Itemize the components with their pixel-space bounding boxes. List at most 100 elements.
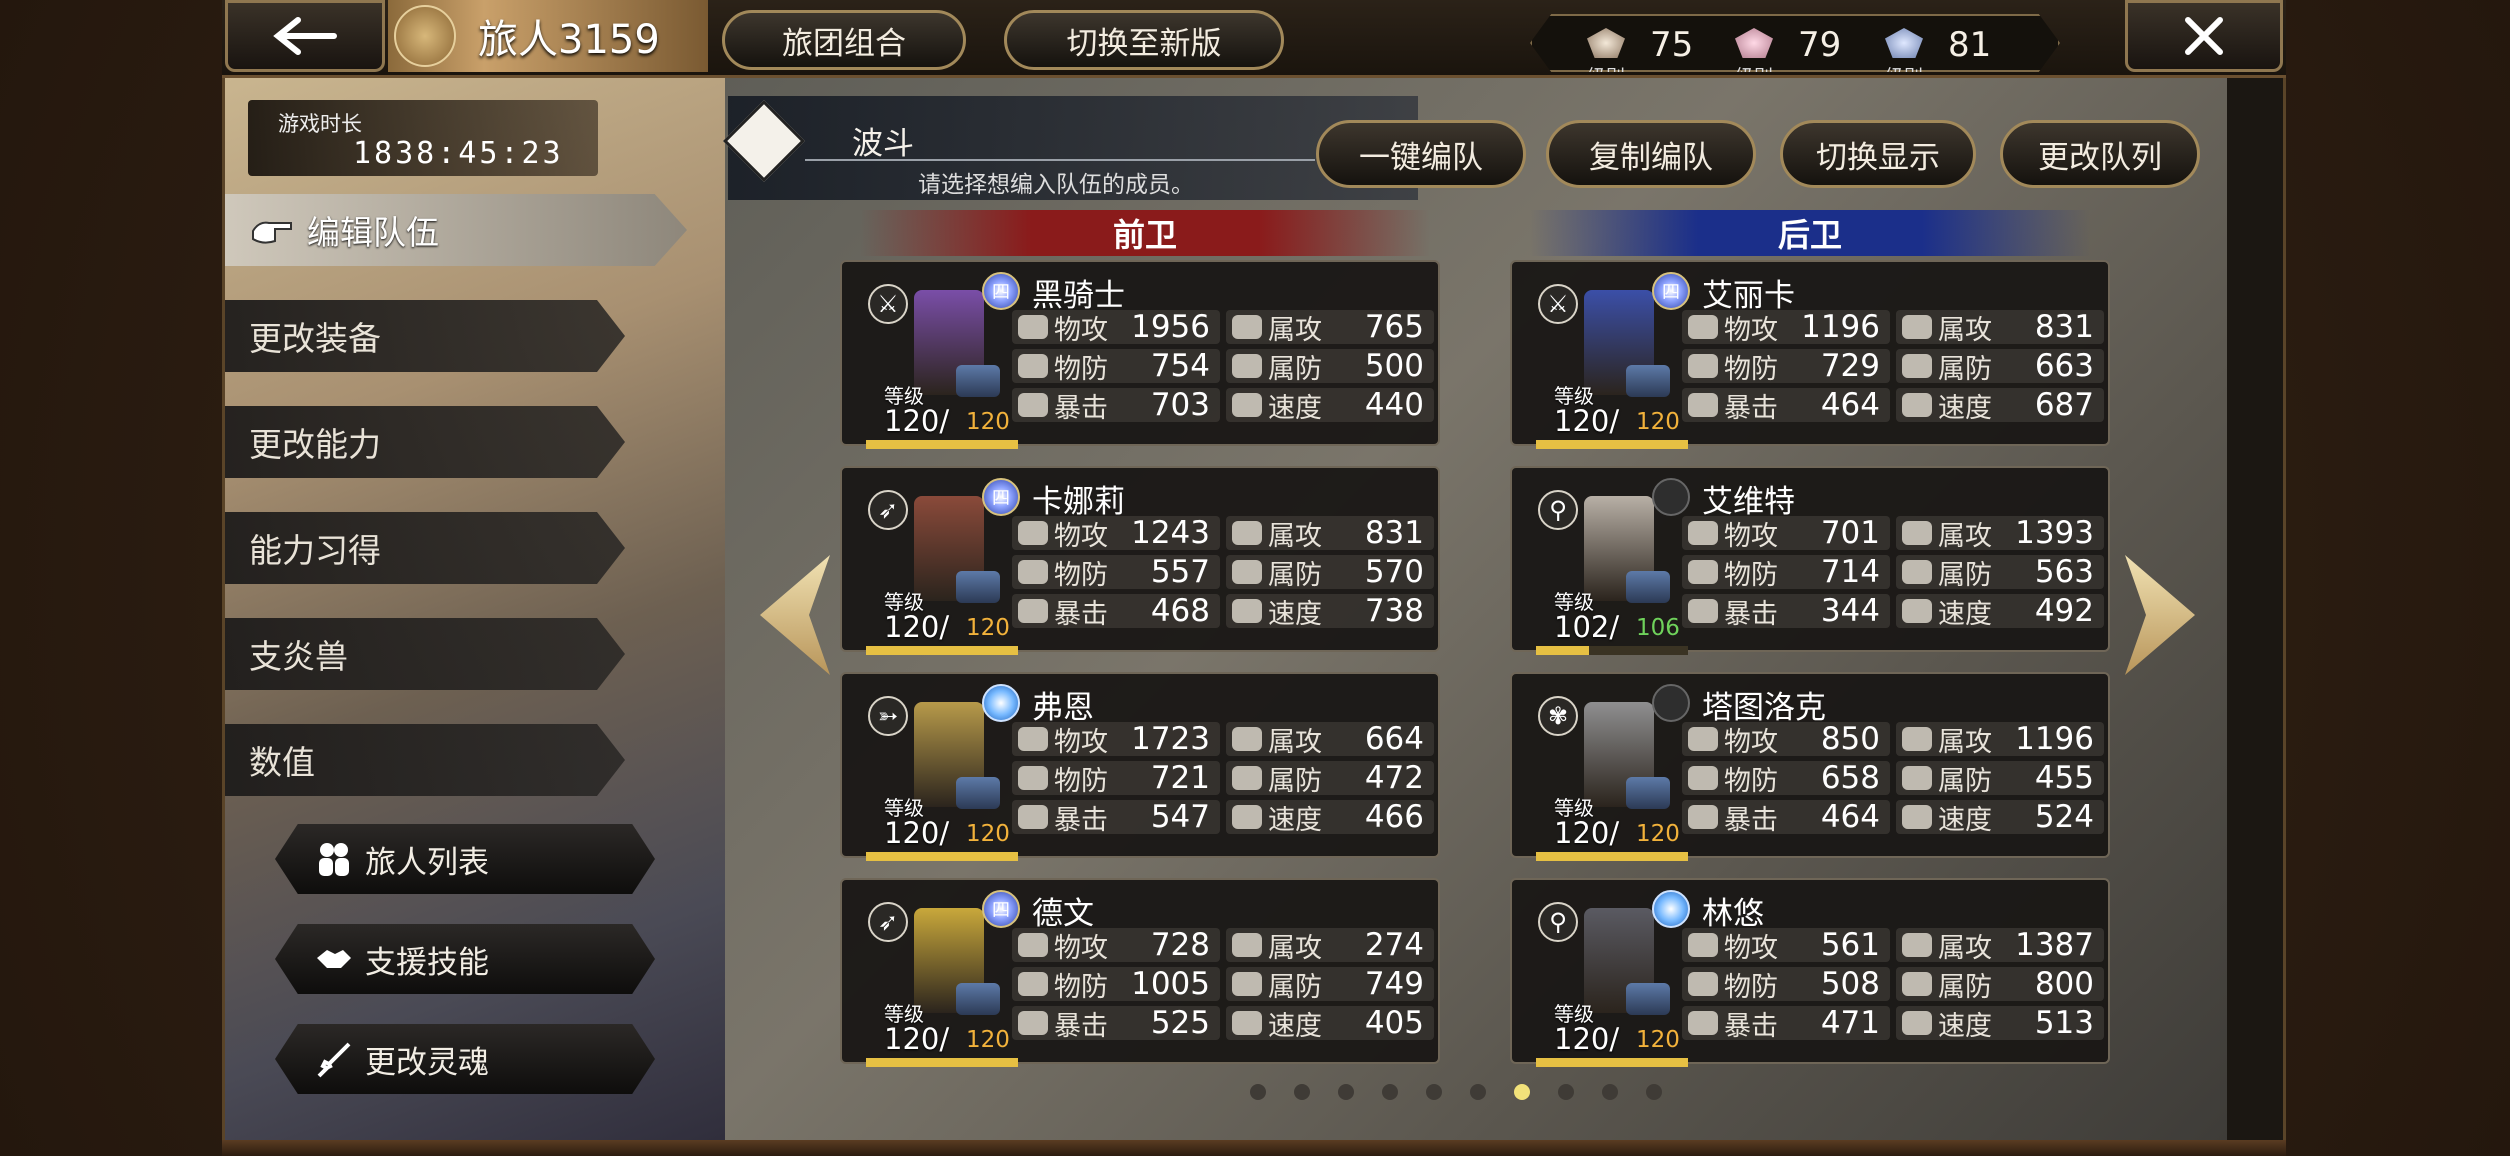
stat-label: 物攻 xyxy=(1054,314,1108,346)
stat-label: 暴击 xyxy=(1724,804,1778,836)
stat-value: 472 xyxy=(1364,760,1424,796)
stat-spd-icon xyxy=(1902,393,1932,417)
page-dot[interactable] xyxy=(1250,1084,1266,1100)
menu-change-equipment[interactable]: 更改装备 xyxy=(225,300,625,372)
character-card[interactable]: ⚔ 等级 120/ 120 四 黑骑士 物攻 1956 属攻 765 物防 75… xyxy=(840,260,1440,449)
character-card[interactable]: ➳ 等级 120/ 120 弗恩 物攻 1723 属攻 664 物防 721 属… xyxy=(840,672,1440,861)
level-value: 102/ xyxy=(1554,610,1620,644)
page-dot[interactable] xyxy=(1470,1084,1486,1100)
page-dot[interactable] xyxy=(1338,1084,1354,1100)
stat-value: 524 xyxy=(2034,799,2094,835)
stat-spd: 速度 513 xyxy=(1896,1005,2104,1042)
stat-value: 664 xyxy=(1364,721,1424,757)
stat-patk-icon xyxy=(1688,315,1718,339)
page-dot[interactable] xyxy=(1294,1084,1310,1100)
companion-sprite xyxy=(956,777,1000,809)
stat-crit-icon xyxy=(1018,599,1048,623)
level-cap: 120 xyxy=(1636,821,1680,847)
support-skills-button[interactable]: 支援技能 xyxy=(275,924,655,994)
stat-crit: 暴击 344 xyxy=(1682,593,1890,630)
xp-bar xyxy=(1536,1058,1688,1067)
level-value: 81 xyxy=(1948,25,1992,65)
spear-icon: ➶ xyxy=(868,902,908,942)
change-soul-button[interactable]: 更改灵魂 xyxy=(275,1024,655,1094)
team-combo-button[interactable]: 旅团组合 xyxy=(722,10,966,70)
stat-patk-icon xyxy=(1018,727,1048,751)
stat-label: 属防 xyxy=(1268,971,1322,1003)
character-card[interactable]: ⚲ 等级 120/ 120 林悠 物攻 561 属攻 1387 物防 508 属… xyxy=(1510,878,2110,1067)
stat-label: 物防 xyxy=(1724,971,1778,1003)
page-dot[interactable] xyxy=(1646,1084,1662,1100)
page-dot[interactable] xyxy=(1514,1084,1530,1100)
menu-edit-party[interactable]: 编辑队伍 xyxy=(225,194,687,266)
companion-sprite xyxy=(1626,777,1670,809)
character-card[interactable]: ✾ 等级 120/ 120 塔图洛克 物攻 850 属攻 1196 物防 658… xyxy=(1510,672,2110,861)
stat-crit: 暴击 471 xyxy=(1682,1005,1890,1042)
page-dot[interactable] xyxy=(1382,1084,1398,1100)
stat-spd-icon xyxy=(1232,1011,1262,1035)
rear-row-header: 后卫 xyxy=(1530,210,2090,256)
stat-pdef: 物防 1005 xyxy=(1012,966,1220,1003)
menu-learn-abilities[interactable]: 能力习得 xyxy=(225,512,625,584)
stat-value: 547 xyxy=(1150,799,1210,835)
stat-value: 663 xyxy=(2034,348,2094,384)
stat-label: 属攻 xyxy=(1938,520,1992,552)
xp-bar xyxy=(866,646,1018,655)
stat-value: 738 xyxy=(1364,593,1424,629)
stat-label: 物防 xyxy=(1724,765,1778,797)
stat-label: 物防 xyxy=(1054,765,1108,797)
character-card[interactable]: ➶ 等级 120/ 120 四 德文 物攻 728 属攻 274 物防 1005… xyxy=(840,878,1440,1067)
player-name: 旅人3159 xyxy=(478,17,660,63)
stat-label: 属防 xyxy=(1268,559,1322,591)
xp-bar xyxy=(1536,646,1688,655)
stat-mdef: 属防 663 xyxy=(1896,348,2104,385)
toggle-display-button[interactable]: 切换显示 xyxy=(1780,120,1976,188)
menu-companion[interactable]: 支炎兽 xyxy=(225,618,625,690)
page-dot[interactable] xyxy=(1602,1084,1618,1100)
stat-label: 暴击 xyxy=(1054,598,1108,630)
companion-sprite xyxy=(1626,571,1670,603)
stat-spd: 速度 738 xyxy=(1226,593,1434,630)
menu-stats[interactable]: 数值 xyxy=(225,724,625,796)
character-card[interactable]: ⚲ 等级 102/ 106 艾维特 物攻 701 属攻 1393 物防 714 … xyxy=(1510,466,2110,655)
stat-label: 物防 xyxy=(1054,353,1108,385)
stat-label: 物防 xyxy=(1724,353,1778,385)
stat-spd: 速度 687 xyxy=(1896,387,2104,424)
page-dot[interactable] xyxy=(1426,1084,1442,1100)
stat-label: 暴击 xyxy=(1724,598,1778,630)
back-button[interactable] xyxy=(225,0,385,72)
close-button[interactable] xyxy=(2125,0,2283,72)
switch-version-button[interactable]: 切换至新版 xyxy=(1004,10,1284,70)
character-card[interactable]: ⚔ 等级 120/ 120 四 艾丽卡 物攻 1196 属攻 831 物防 72… xyxy=(1510,260,2110,449)
stat-label: 属防 xyxy=(1938,765,1992,797)
stat-spd: 速度 524 xyxy=(1896,799,2104,836)
level-value: 120/ xyxy=(884,610,950,644)
fan-icon: ✾ xyxy=(1538,696,1578,736)
stat-matk-icon xyxy=(1232,315,1262,339)
change-order-button[interactable]: 更改队列 xyxy=(2000,120,2200,188)
party-hint: 请选择想编入队伍的成员。 xyxy=(918,172,1194,198)
stat-value: 729 xyxy=(1820,348,1880,384)
stat-value: 513 xyxy=(2034,1005,2094,1041)
level-group-2: 级别 79 xyxy=(1732,16,1841,72)
pill-label: 更改灵魂 xyxy=(365,1044,489,1081)
level-value: 120/ xyxy=(1554,1022,1620,1056)
page-dot[interactable] xyxy=(1558,1084,1574,1100)
stat-pdef-icon xyxy=(1688,560,1718,584)
stat-value: 703 xyxy=(1150,387,1210,423)
stat-matk: 属攻 274 xyxy=(1226,927,1434,964)
level-cap: 120 xyxy=(1636,1027,1680,1053)
copy-form-button[interactable]: 复制编队 xyxy=(1546,120,1756,188)
handshake-icon xyxy=(317,950,351,968)
job-rank-icon: 四 xyxy=(982,272,1020,310)
stat-value: 468 xyxy=(1150,593,1210,629)
stat-label: 暴击 xyxy=(1724,1010,1778,1042)
xp-bar xyxy=(1536,852,1688,861)
stat-matk: 属攻 664 xyxy=(1226,721,1434,758)
character-card[interactable]: ➶ 等级 120/ 120 四 卡娜莉 物攻 1243 属攻 831 物防 55… xyxy=(840,466,1440,655)
auto-form-button[interactable]: 一键编队 xyxy=(1316,120,1526,188)
menu-change-abilities[interactable]: 更改能力 xyxy=(225,406,625,478)
stat-pdef-icon xyxy=(1018,560,1048,584)
stat-value: 800 xyxy=(2034,966,2094,1002)
traveler-list-button[interactable]: 旅人列表 xyxy=(275,824,655,894)
